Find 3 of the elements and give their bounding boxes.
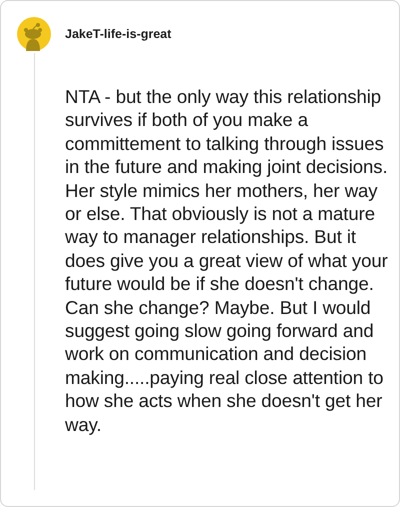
avatar-icon[interactable]: [17, 17, 51, 51]
comment-text: NTA - but the only way this relationship survives if both of you make a committement to talking through issues in the future and making joint decisions. Her style mimics her mothers, her way or else. That obviously is not a mature way to manager relationships. But it does give you a great view of what your future would be if she doesn't change. Can she change? Maybe. But I would suggest going slow going forward and work on communication and decision making.....paying real close attention to how she acts when she doesn't get her way.: [65, 85, 389, 436]
author-name[interactable]: JakeT-life-is-great: [65, 27, 172, 41]
